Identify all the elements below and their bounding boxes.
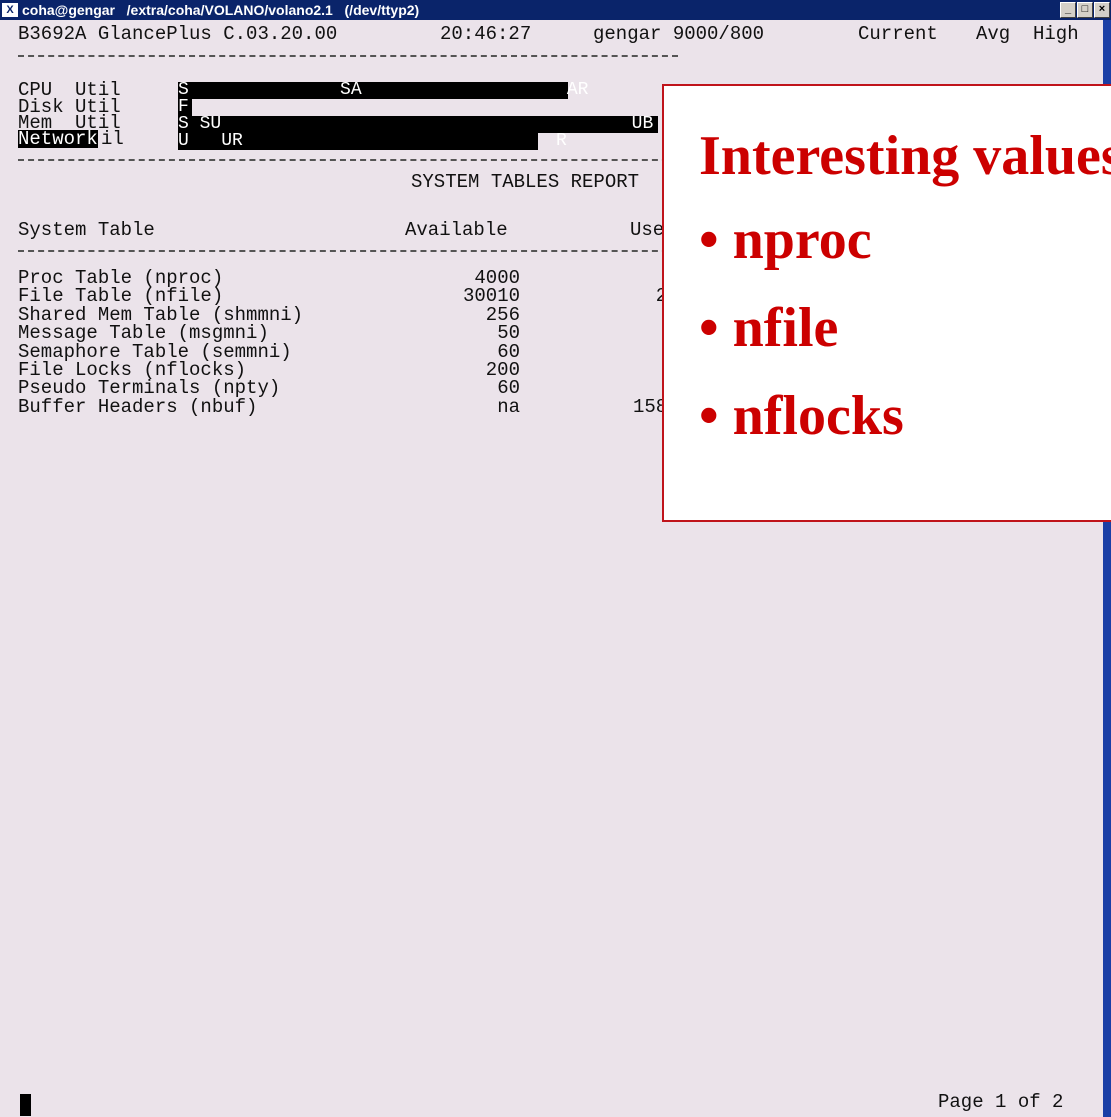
clock-time: 20:46:27: [440, 23, 532, 45]
row-available: na: [497, 395, 520, 418]
divider: [18, 250, 678, 252]
column-avg: Avg: [976, 23, 1011, 45]
terminal-cursor: [20, 1094, 31, 1116]
column-high: High: [1033, 23, 1079, 45]
network-util-markers: U UR R: [178, 131, 567, 151]
report-title: SYSTEM TABLES REPORT: [411, 171, 640, 193]
bullet-text: nflocks: [732, 385, 904, 447]
host-name: gengar 9000/800: [593, 23, 765, 45]
divider: [18, 55, 678, 57]
callout-title: Interesting values: [699, 125, 1111, 187]
network-util-bar: U UR R: [178, 132, 567, 150]
close-button[interactable]: ×: [1094, 2, 1110, 18]
x-terminal-icon: X: [2, 3, 18, 17]
product-version: B3692A GlancePlus C.03.20.00: [18, 23, 338, 45]
cpu-util-markers: S SA AR: [178, 80, 589, 100]
divider: [18, 159, 678, 161]
column-current: Current: [858, 23, 938, 45]
page-indicator: Page 1 of 2: [938, 1091, 1064, 1113]
bullet-text: nproc: [732, 209, 872, 271]
window-title: coha@gengar /extra/coha/VOLANO/volano2.1…: [22, 2, 420, 18]
cpu-util-bar: S SA AR: [178, 81, 588, 99]
window-titlebar[interactable]: X coha@gengar /extra/coha/VOLANO/volano2…: [0, 0, 1111, 20]
header-system-table: System Table: [18, 219, 155, 241]
callout-bullet: • nflocks: [699, 385, 904, 447]
network-util-label: Network: [18, 128, 98, 150]
maximize-button[interactable]: □: [1077, 2, 1093, 18]
header-available: Available: [405, 219, 508, 241]
callout-bullet: • nproc: [699, 209, 872, 271]
minimize-button[interactable]: _: [1060, 2, 1076, 18]
callout-bullet: • nfile: [699, 297, 839, 359]
network-util-label-suffix: il: [101, 128, 124, 150]
annotation-callout: Interesting values • nproc • nfile • nfl…: [662, 84, 1111, 522]
row-name: Buffer Headers (nbuf): [18, 395, 258, 418]
bullet-text: nfile: [732, 297, 839, 359]
